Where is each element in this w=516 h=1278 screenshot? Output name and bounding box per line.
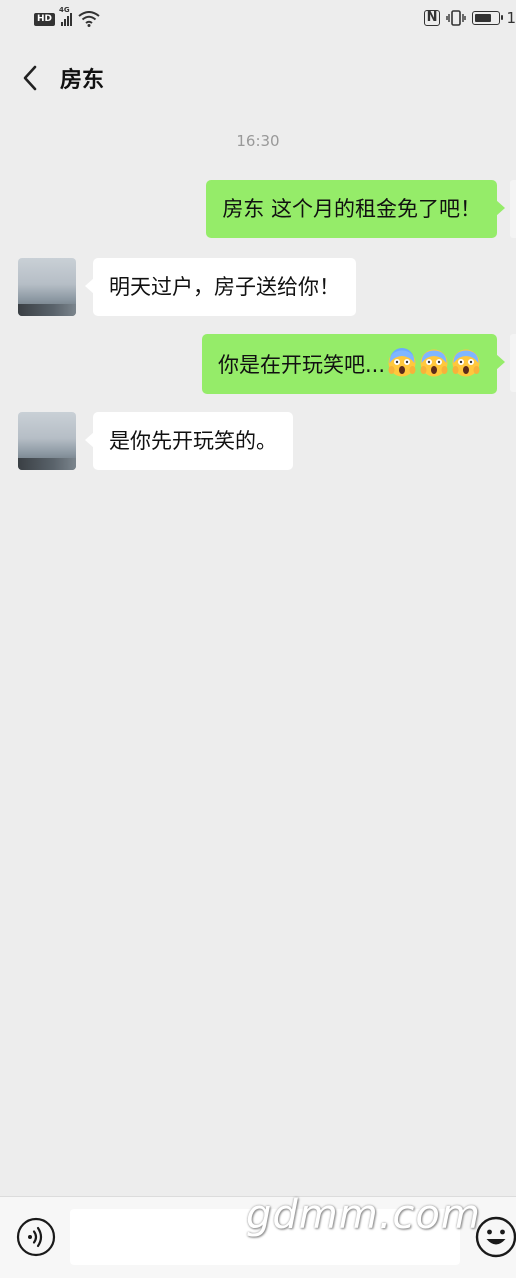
screaming-face-icon <box>420 349 448 377</box>
cell-signal-icon: 4G <box>59 6 73 26</box>
status-right: N 1 <box>423 9 516 27</box>
self-avatar[interactable] <box>510 334 516 392</box>
input-bar <box>0 1196 516 1278</box>
screaming-face-icon <box>452 349 480 377</box>
message-text: 明天过户，房子送给你！ <box>109 275 340 299</box>
message-bubble-incoming[interactable]: 是你先开玩笑的。 <box>85 412 293 470</box>
battery-icon <box>472 11 504 25</box>
message-bubble-outgoing[interactable]: 你是在开玩笑吧... <box>201 334 506 394</box>
chevron-left-icon[interactable] <box>18 64 44 92</box>
network-type-label: 4G <box>59 6 70 14</box>
message-timestamp: 16:30 <box>236 132 280 150</box>
smiley-icon[interactable] <box>474 1215 516 1259</box>
message-bubble-incoming[interactable]: 明天过户，房子送给你！ <box>85 258 356 316</box>
chat-header: 房东 <box>0 44 516 112</box>
chat-title[interactable]: 房东 <box>60 62 104 94</box>
nfc-icon: N <box>423 10 441 26</box>
contact-avatar[interactable] <box>18 412 76 470</box>
vibrate-icon <box>446 10 467 26</box>
hd-badge: HD <box>34 12 56 26</box>
status-bar: HD 4G N 1 <box>0 0 516 44</box>
status-left: HD 4G <box>34 6 100 27</box>
battery-text: 1 <box>506 9 516 27</box>
message-text: 你是在开玩笑吧... <box>217 353 385 377</box>
message-text: 房东 这个月的租金免了吧！ <box>222 197 481 221</box>
message-bubble-outgoing[interactable]: 房东 这个月的租金免了吧！ <box>206 180 505 238</box>
message-input[interactable] <box>70 1209 460 1265</box>
message-text: 是你先开玩笑的。 <box>109 429 277 453</box>
self-avatar[interactable] <box>510 180 516 238</box>
wifi-icon <box>78 11 100 27</box>
voice-icon[interactable] <box>16 1217 56 1257</box>
screaming-face-icon <box>388 348 416 377</box>
contact-avatar[interactable] <box>18 258 76 316</box>
